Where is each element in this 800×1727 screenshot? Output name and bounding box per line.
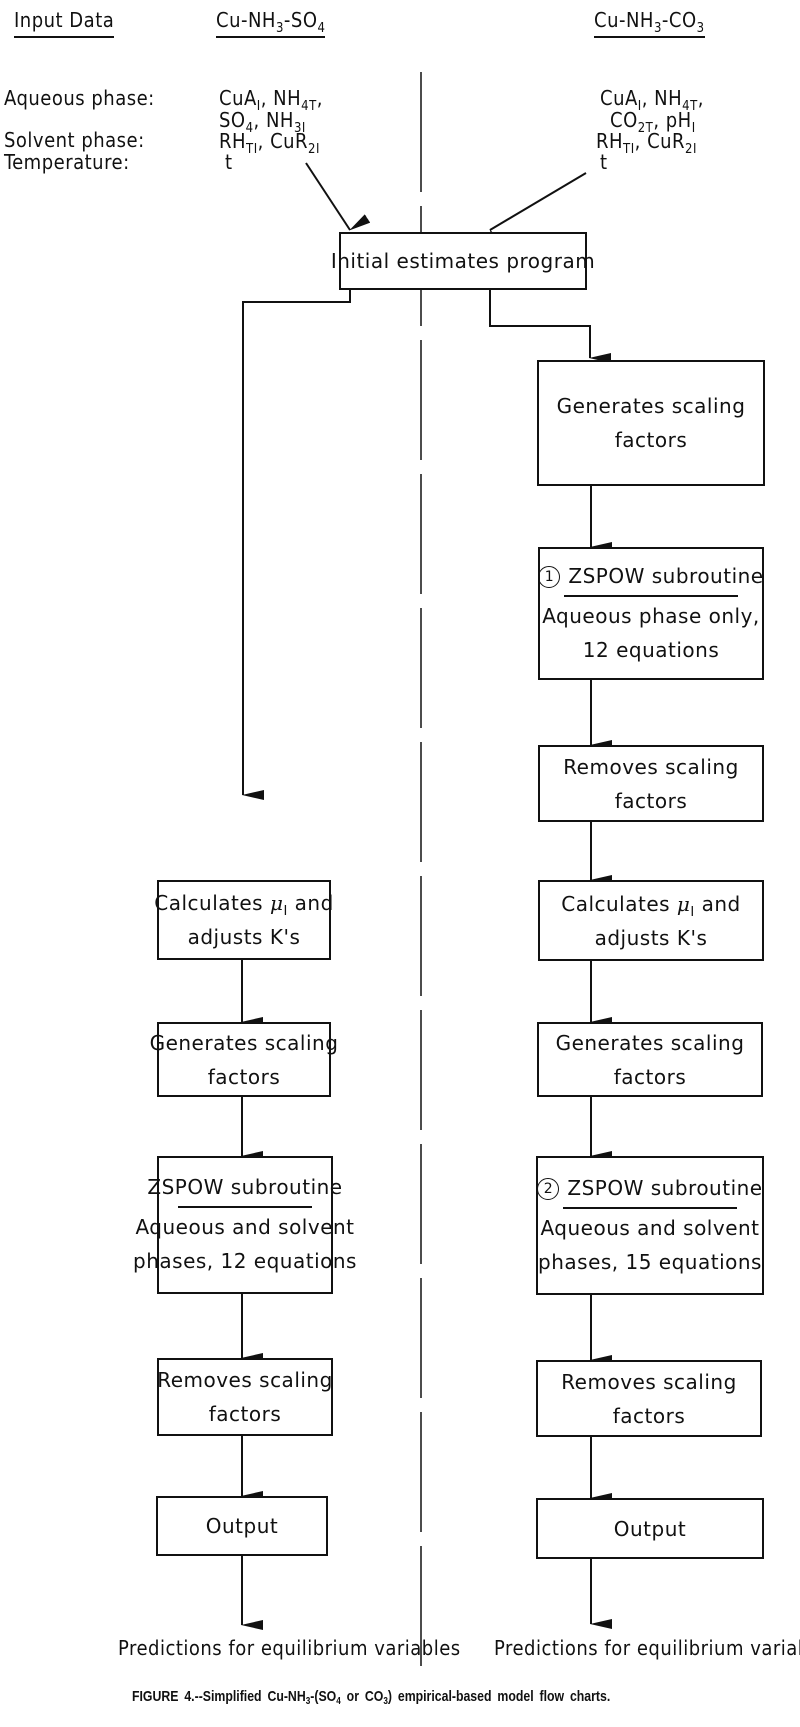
input-data-label: Input Data	[14, 8, 115, 32]
left-zspow-box: ZSPOW subroutine Aqueous and solvent pha…	[133, 1156, 356, 1294]
right-rem2-line1: Removes scaling	[561, 1369, 737, 1394]
left-calculates-box: Calculates μI and adjusts K's	[154, 880, 334, 960]
sulfate-system-heading: Cu-NH3-SO4	[216, 8, 326, 38]
left-zspow-line2: phases, 12 equations	[133, 1249, 357, 1273]
right-generates-scaling-box-1: Generates scaling factors	[537, 360, 765, 486]
initial-estimates-label: Initial estimates program	[330, 249, 596, 273]
right-removes-scaling-box-2: Removes scaling factors	[536, 1360, 762, 1437]
carbonate-heading-sub1: 3	[653, 21, 662, 36]
left-generates-scaling-box: Generates scaling factors	[150, 1022, 338, 1097]
formula-text: ,	[316, 86, 323, 110]
sulfate-heading-mid: -SO	[283, 8, 318, 32]
left-calculates-line2: adjusts K's	[187, 925, 301, 949]
sulfate-heading-sub1: 3	[275, 21, 284, 36]
formula-text: CuA	[600, 86, 638, 110]
right-zspow1-title-text: ZSPOW subroutine	[568, 563, 764, 588]
right-zspow1-line1: Aqueous phase only,	[542, 603, 760, 628]
right-zspow1-rule	[564, 594, 738, 597]
left-zspow-rule	[177, 1206, 313, 1208]
right-rem1-line1: Removes scaling	[563, 754, 739, 779]
formula-subscript: 2I	[308, 142, 320, 157]
caption-post: ) empirical-based model flow charts.	[387, 1688, 611, 1705]
right-calculates-line1: Calculates μI and	[561, 887, 741, 921]
right-rem2-line2: factors	[612, 1403, 686, 1428]
left-gen-line1: Generates scaling	[149, 1030, 339, 1055]
right-calc-post: and	[694, 891, 741, 916]
left-calculates-line1: Calculates μI and	[154, 886, 334, 920]
right-zspow1-line2: 12 equations	[582, 637, 720, 662]
left-calc-post: and	[287, 891, 334, 915]
formula-text: , NH	[641, 86, 683, 110]
formula-subscript: 2I	[685, 142, 697, 157]
formula-subscript: TI	[623, 142, 635, 157]
right-calc-pre: Calculates	[561, 891, 677, 916]
figure-caption: FIGURE 4.--Simplified Cu-NH3-(SO4 or CO3…	[132, 1688, 611, 1707]
carbonate-heading-sub2: 3	[696, 21, 705, 36]
temperature-label: Temperature:	[4, 150, 130, 174]
right-gen2-line2: factors	[613, 1064, 687, 1089]
solvent-phase-label: Solvent phase:	[4, 128, 145, 152]
left-rem-line1: Removes scaling	[157, 1368, 333, 1392]
right-output-label: Output	[613, 1516, 687, 1541]
right-zspow1-title: 1 ZSPOW subroutine	[538, 561, 763, 591]
formula-text: , CuR	[634, 129, 686, 153]
caption-pre: FIGURE 4.--Simplified Cu-NH	[132, 1688, 306, 1705]
left-result-label: Predictions for equilibrium variables	[118, 1636, 461, 1660]
formula-text: ,	[697, 86, 704, 110]
carbonate-aqueous-line1: CuAI, NH4T,	[600, 86, 704, 113]
mu-symbol: μ	[676, 891, 691, 916]
caption-mid1: -(SO	[310, 1688, 337, 1705]
right-zspow2-line1: Aqueous and solvent	[540, 1215, 760, 1240]
carbonate-heading-base: Cu-NH	[594, 8, 654, 32]
right-gen1-line1: Generates scaling	[556, 394, 746, 418]
initial-estimates-box: Initial estimates program	[331, 232, 595, 290]
formula-text: CuA	[219, 86, 257, 110]
step-number-1-icon: 1	[538, 565, 561, 588]
left-calc-pre: Calculates	[154, 891, 270, 915]
right-generates-scaling-box-2: Generates scaling factors	[537, 1022, 763, 1097]
right-zspow2-title: 2 ZSPOW subroutine	[537, 1173, 762, 1203]
right-zspow2-line2: phases, 15 equations	[538, 1249, 762, 1274]
sulfate-heading-base: Cu-NH	[216, 8, 276, 32]
right-zspow-box-2: 2 ZSPOW subroutine Aqueous and solvent ph…	[536, 1156, 764, 1295]
carbonate-heading-mid: -CO	[661, 8, 697, 32]
right-removes-scaling-box-1: Removes scaling factors	[538, 745, 764, 822]
left-gen-line2: factors	[207, 1064, 281, 1089]
arrow-sulfate-to-initial	[305, 162, 371, 231]
carbonate-system-heading: Cu-NH3-CO3	[594, 8, 705, 38]
right-output-box: Output	[536, 1498, 764, 1559]
right-zspow2-rule	[562, 1206, 738, 1209]
aqueous-phase-label: Aqueous phase:	[4, 86, 155, 110]
mu-symbol: μ	[269, 891, 284, 915]
input-data-heading: Input Data	[14, 8, 115, 38]
right-gen2-line1: Generates scaling	[555, 1030, 745, 1055]
left-zspow-line1: Aqueous and solvent	[135, 1215, 355, 1239]
arrow-carbonate-to-initial	[489, 172, 587, 251]
formula-text: , CuR	[257, 129, 309, 153]
left-zspow-title: ZSPOW subroutine	[147, 1175, 343, 1199]
right-zspow2-title-text: ZSPOW subroutine	[567, 1175, 763, 1200]
right-rem1-line2: factors	[614, 788, 688, 813]
right-calculates-box: Calculates μI and adjusts K's	[538, 880, 764, 961]
sulfate-solvent-values: RHTI, CuR2I	[219, 129, 320, 156]
connector-initial-to-right	[489, 289, 611, 363]
left-rem-line2: factors	[208, 1402, 282, 1426]
sulfate-heading-sub2: 4	[317, 21, 326, 36]
right-gen1-line2: factors	[614, 428, 688, 452]
caption-mid2: or CO	[340, 1688, 384, 1705]
formula-subscript: TI	[246, 142, 258, 157]
left-removes-scaling-box: Removes scaling factors	[157, 1358, 333, 1436]
right-zspow-box-1: 1 ZSPOW subroutine Aqueous phase only, 12…	[538, 547, 764, 680]
carbonate-temperature-value: t	[600, 150, 608, 174]
left-output-label: Output	[205, 1514, 279, 1538]
right-result-label: Predictions for equilibrium variables	[494, 1636, 800, 1660]
carbonate-solvent-values: RHTI, CuR2I	[596, 129, 697, 156]
sulfate-aqueous-line1: CuAI, NH4T,	[219, 86, 323, 113]
formula-text: , NH	[260, 86, 302, 110]
connector-initial-to-left	[242, 289, 351, 800]
left-output-box: Output	[156, 1496, 328, 1556]
right-calculates-line2: adjusts K's	[594, 925, 708, 950]
sulfate-temperature-value: t	[225, 150, 233, 174]
step-number-2-icon: 2	[537, 1177, 560, 1200]
